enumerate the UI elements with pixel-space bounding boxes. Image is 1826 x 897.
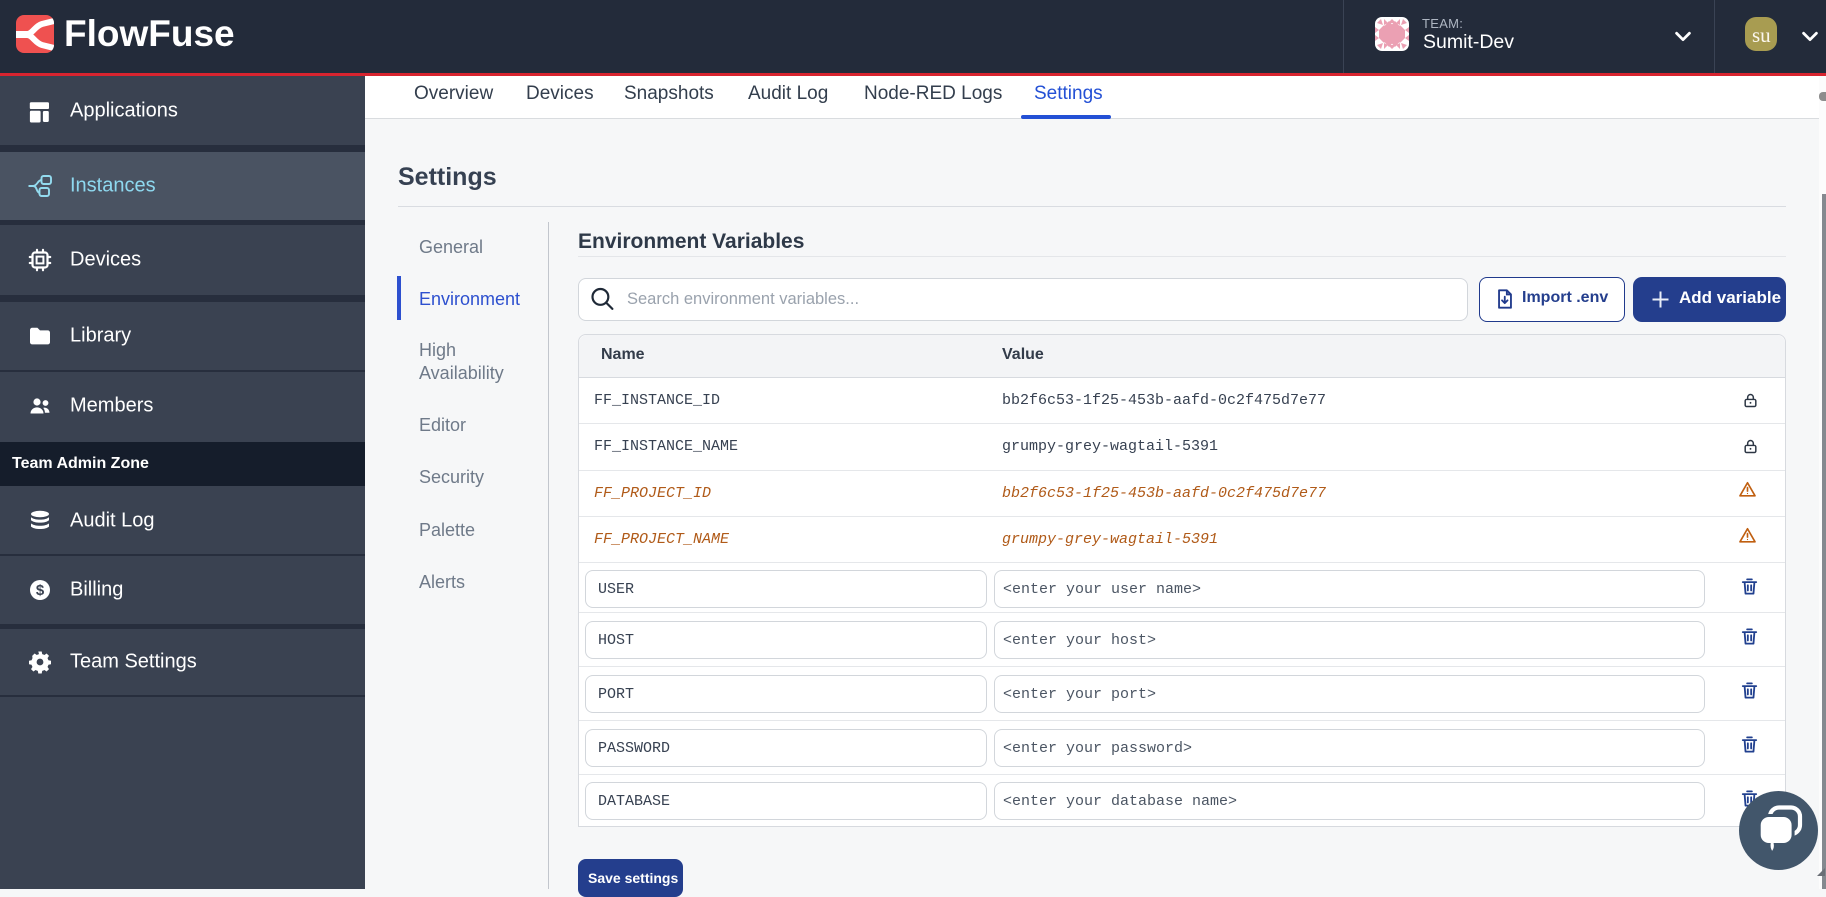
svg-text:$: $ bbox=[36, 582, 45, 599]
